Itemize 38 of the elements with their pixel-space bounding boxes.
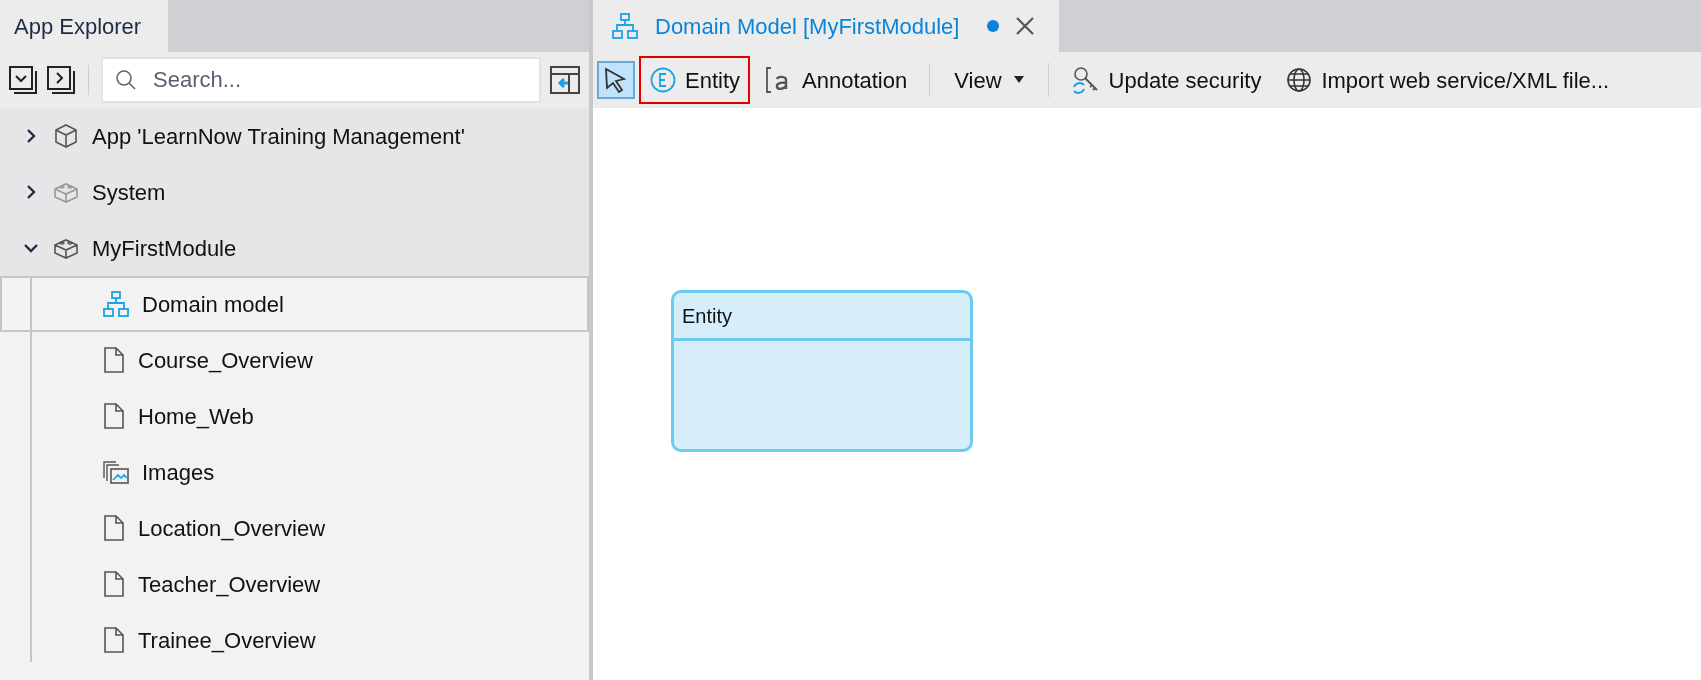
tree-item[interactable]: Home_Web xyxy=(0,388,589,444)
page-icon xyxy=(102,402,126,430)
entity-icon xyxy=(649,66,677,94)
view-dropdown[interactable]: View xyxy=(942,60,1036,100)
page-icon xyxy=(102,346,126,374)
page-icon xyxy=(102,626,126,654)
tab-title: Domain Model [MyFirstModule] xyxy=(655,12,960,41)
tree-item[interactable]: Teacher_Overview xyxy=(0,556,589,612)
tree-item[interactable]: Images xyxy=(0,444,589,500)
search-field[interactable]: Search... xyxy=(101,57,541,103)
close-icon[interactable] xyxy=(1015,16,1036,36)
page-icon xyxy=(102,514,126,542)
tree-item[interactable]: Location_Overview xyxy=(0,500,589,556)
cube-icon xyxy=(52,122,80,150)
toolbar-button[interactable]: Entity xyxy=(639,56,751,104)
hierarchy-icon xyxy=(611,12,639,40)
tree-item[interactable]: MyFirstModule xyxy=(0,220,589,276)
pointer-tool[interactable] xyxy=(597,61,635,99)
panel-tab[interactable]: App Explorer xyxy=(0,0,168,52)
hierarchy-icon xyxy=(102,290,130,318)
tree-item[interactable]: Domain model xyxy=(0,276,589,332)
tree-item[interactable]: Course_Overview xyxy=(0,332,589,388)
toolbar-button[interactable]: Update security xyxy=(1060,56,1272,104)
caret-down-icon xyxy=(1013,76,1024,84)
panel-layout-icon[interactable] xyxy=(549,64,581,96)
toolbar-button[interactable]: Import web service/XML file... xyxy=(1275,56,1620,104)
images-icon xyxy=(102,458,130,486)
expand-icon[interactable] xyxy=(46,65,76,95)
search-icon xyxy=(115,69,137,91)
collapse-all-icon[interactable] xyxy=(8,65,38,95)
page-icon xyxy=(102,570,126,598)
globe-icon xyxy=(1285,66,1314,94)
tree-item[interactable]: System xyxy=(0,164,589,220)
tree-item[interactable]: Trainee_Overview xyxy=(0,612,589,668)
entity-box[interactable]: Entity xyxy=(671,290,973,452)
entity-name: Entity xyxy=(682,303,733,329)
toolbar-button[interactable]: Annotation xyxy=(754,56,918,104)
tree-item[interactable]: App 'LearnNow Training Management' xyxy=(0,108,589,164)
